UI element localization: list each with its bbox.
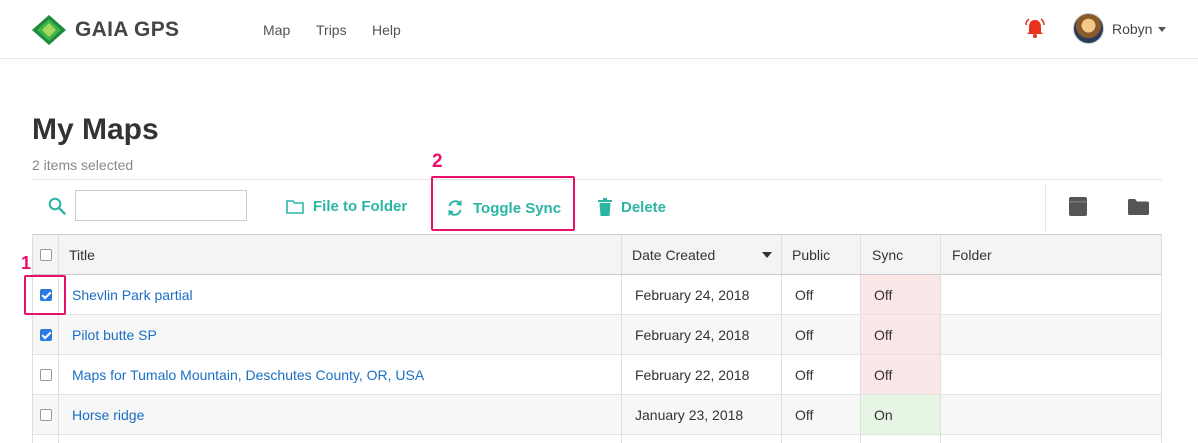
file-to-folder-label: File to Folder xyxy=(313,198,408,215)
select-all-checkbox[interactable] xyxy=(40,248,52,261)
public-status[interactable]: Off xyxy=(795,395,813,434)
map-title-link[interactable]: Maps for Tumalo Mountain, Deschutes Coun… xyxy=(72,355,424,394)
map-title-link[interactable]: Pilot butte SP xyxy=(72,315,157,354)
page-title: My Maps xyxy=(32,113,159,146)
divider xyxy=(32,179,1162,180)
logo-text: GAIA GPS xyxy=(75,18,180,41)
column-public[interactable]: Public xyxy=(792,235,830,274)
annotation-number: 1 xyxy=(21,253,32,273)
gaia-logo[interactable]: GAIA GPS xyxy=(31,14,179,46)
top-navbar: GAIA GPS Map Trips Help Robyn xyxy=(0,0,1198,59)
user-name[interactable]: Robyn xyxy=(1112,21,1152,37)
archive-box-icon[interactable] xyxy=(1069,197,1087,216)
sync-status[interactable]: Off xyxy=(861,275,940,314)
date-created: February 22, 2018 xyxy=(635,366,750,383)
map-title-link[interactable]: Shevlin Park partial xyxy=(72,275,193,314)
annotation-highlight-toggle-sync xyxy=(431,176,575,231)
table-row[interactable]: Horse ridge January 23, 2018 Off On xyxy=(33,395,1161,435)
alarm-bell-icon[interactable] xyxy=(1024,17,1046,39)
search-icon xyxy=(48,197,66,215)
sort-desc-icon[interactable] xyxy=(762,251,772,258)
table-row[interactable]: Pilot butte SP February 24, 2018 Off Off xyxy=(33,315,1161,355)
chevron-down-icon[interactable] xyxy=(1158,27,1166,32)
column-title[interactable]: Title xyxy=(69,235,95,274)
trash-icon xyxy=(598,198,612,216)
public-status[interactable]: Off xyxy=(795,355,813,394)
table-header: Title Date Created Public Sync Folder xyxy=(33,234,1161,275)
annotation-highlight-checkbox xyxy=(24,275,66,315)
column-folder[interactable]: Folder xyxy=(952,235,992,274)
sync-status[interactable]: On xyxy=(861,395,940,434)
date-created: January 23, 2018 xyxy=(635,406,744,423)
table-row xyxy=(33,435,1161,443)
row-checkbox[interactable] xyxy=(40,328,52,341)
nav-map[interactable]: Map xyxy=(263,22,290,38)
row-checkbox[interactable] xyxy=(40,368,52,381)
date-created: February 24, 2018 xyxy=(635,286,750,303)
date-created: February 24, 2018 xyxy=(635,326,750,343)
nav-trips[interactable]: Trips xyxy=(316,22,347,38)
public-status[interactable]: Off xyxy=(795,275,813,314)
file-to-folder-button[interactable]: File to Folder xyxy=(286,198,407,215)
folder-icon[interactable] xyxy=(1128,199,1149,215)
toolbar-divider xyxy=(1045,184,1046,231)
annotation-number: 2 xyxy=(432,151,443,172)
user-avatar[interactable] xyxy=(1073,13,1104,44)
row-checkbox[interactable] xyxy=(40,408,52,421)
column-sync[interactable]: Sync xyxy=(872,235,903,274)
delete-label: Delete xyxy=(621,198,667,216)
table-row[interactable]: Shevlin Park partial February 24, 2018 O… xyxy=(33,275,1161,315)
nav-help[interactable]: Help xyxy=(372,22,401,38)
column-date-created[interactable]: Date Created xyxy=(632,235,715,274)
delete-button[interactable]: Delete xyxy=(598,198,666,216)
search-input[interactable] xyxy=(75,190,247,221)
maps-table: Title Date Created Public Sync Folder Sh… xyxy=(32,234,1162,443)
folder-outline-icon xyxy=(286,200,304,214)
table-row[interactable]: Maps for Tumalo Mountain, Deschutes Coun… xyxy=(33,355,1161,395)
sync-status[interactable]: Off xyxy=(861,315,940,354)
selection-count: 2 items selected xyxy=(32,157,134,173)
sync-status[interactable]: Off xyxy=(861,355,940,394)
mountain-logo-icon xyxy=(32,15,66,45)
public-status[interactable]: Off xyxy=(795,315,813,354)
map-title-link[interactable]: Horse ridge xyxy=(72,395,144,434)
